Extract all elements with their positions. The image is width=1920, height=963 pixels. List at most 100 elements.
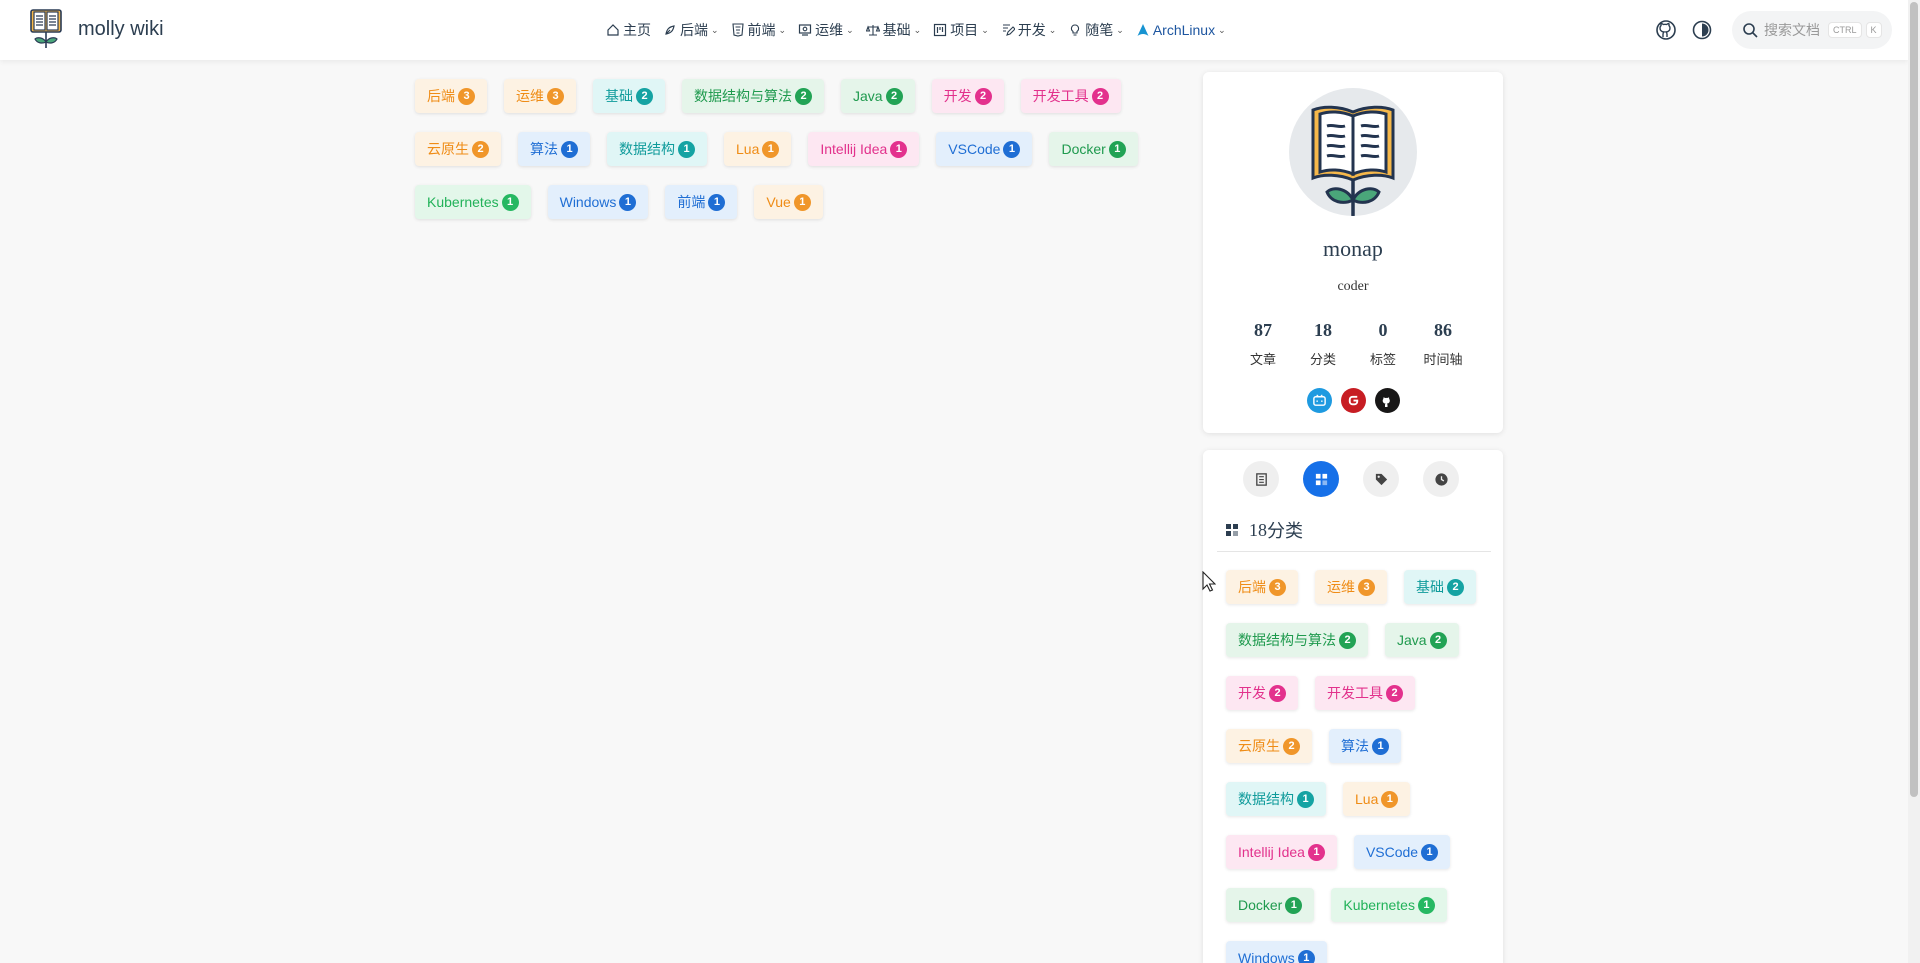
search-input[interactable]: 搜索文档 CTRL K xyxy=(1732,11,1892,49)
category-tag[interactable]: 算法 1 xyxy=(1329,729,1401,763)
scale-icon xyxy=(865,25,880,36)
category-tag[interactable]: Intellij Idea 1 xyxy=(1226,835,1337,869)
category-tag[interactable]: 开发工具 2 xyxy=(1315,676,1415,710)
tag-label: VSCode xyxy=(1365,844,1419,860)
gitee-icon[interactable] xyxy=(1340,388,1366,413)
category-tag[interactable]: Vue 1 xyxy=(754,185,823,219)
social-links xyxy=(1203,388,1503,413)
nav-item-archlinux[interactable]: ArchLinux ⌄ xyxy=(1130,0,1232,60)
nav-item-backend[interactable]: 后端 ⌄ xyxy=(657,0,725,60)
backend-icon xyxy=(665,25,675,35)
category-tag[interactable]: 基础 2 xyxy=(593,79,665,113)
nav-item-label: 开发 xyxy=(1017,22,1046,38)
stat-articles[interactable]: 87 文章 xyxy=(1233,320,1293,368)
tag-count-badge: 2 xyxy=(795,87,812,105)
category-tag[interactable]: 后端 3 xyxy=(415,79,487,113)
page-scrollbar[interactable] xyxy=(1908,0,1920,963)
category-tag[interactable]: Kubernetes 1 xyxy=(415,185,531,219)
chevron-down-icon: ⌄ xyxy=(1218,24,1226,35)
category-tag[interactable]: 云原生 2 xyxy=(1226,729,1312,763)
tag-count-badge: 3 xyxy=(1269,578,1286,596)
tag-label: 数据结构 xyxy=(619,141,675,157)
tag-count-badge: 2 xyxy=(1283,737,1300,755)
category-tag[interactable]: Java 2 xyxy=(841,79,915,113)
tag-count-badge: 2 xyxy=(974,87,992,105)
tag-label: Docker xyxy=(1238,897,1283,913)
tag-label: 前端 xyxy=(677,194,706,210)
tag-count-badge: 3 xyxy=(458,87,475,105)
tag-icon[interactable] xyxy=(1363,461,1399,497)
profile-description: coder xyxy=(1337,279,1369,294)
search-placeholder: 搜索文档 xyxy=(1764,22,1820,38)
tag-count-badge: 2 xyxy=(1386,684,1403,702)
category-tag[interactable]: VSCode 1 xyxy=(936,132,1033,166)
article-list-icon[interactable] xyxy=(1243,461,1279,497)
tag-label: 算法 xyxy=(530,141,558,157)
timeline-icon[interactable] xyxy=(1423,461,1459,497)
stat-categories[interactable]: 18 分类 xyxy=(1293,320,1353,368)
brand-link[interactable]: molly wiki xyxy=(28,8,164,50)
scrollbar-thumb[interactable] xyxy=(1910,2,1918,797)
nav-item-basics[interactable]: 基础 ⌄ xyxy=(860,0,928,60)
tag-count-badge: 1 xyxy=(1285,896,1303,914)
github-icon[interactable] xyxy=(1655,19,1677,41)
category-tag[interactable]: 开发工具 2 xyxy=(1020,79,1121,113)
tag-count-badge: 1 xyxy=(678,140,695,158)
tag-count-badge: 1 xyxy=(708,193,726,211)
category-panel: 18 分类 后端 3 运维 3 基础 2 数据结构与算法 2 Java 2 开发 2 开发工具 2 云原生 2 算… xyxy=(1203,450,1503,963)
category-tag[interactable]: 算法 1 xyxy=(518,132,590,166)
stat-timeline[interactable]: 86 时间轴 xyxy=(1413,320,1473,368)
category-tag[interactable]: Windows 1 xyxy=(1226,941,1327,963)
profile-card: monap coder 87 文章 18 分类 0 标签 86 时间轴 xyxy=(1203,72,1503,433)
category-tag[interactable]: Docker 1 xyxy=(1049,132,1138,166)
nav-item-projects[interactable]: 项目 ⌄ xyxy=(927,0,995,60)
category-tag[interactable]: 基础 2 xyxy=(1404,570,1476,604)
tag-label: Kubernetes xyxy=(427,194,499,210)
category-tag[interactable]: 数据结构与算法 2 xyxy=(1226,623,1368,657)
category-tag[interactable]: Lua 1 xyxy=(724,132,792,166)
stat-label: 时间轴 xyxy=(1423,352,1463,367)
nav-item-label: 基础 xyxy=(882,22,911,38)
stat-label: 分类 xyxy=(1309,352,1336,367)
category-tag[interactable]: Docker 1 xyxy=(1226,888,1315,922)
category-tag[interactable]: 云原生 2 xyxy=(415,132,501,166)
category-tag[interactable]: 后端 3 xyxy=(1226,570,1298,604)
stat-tags[interactable]: 0 标签 xyxy=(1353,320,1413,368)
sidebar-tag-cloud: 后端 3 运维 3 基础 2 数据结构与算法 2 Java 2 开发 2 开发工具 2 云原生 2 算法 1 数据结… xyxy=(1226,570,1488,963)
tag-label: 数据结构与算法 xyxy=(1238,632,1336,648)
category-tag[interactable]: 开发 2 xyxy=(1226,676,1298,710)
category-tag[interactable]: Lua 1 xyxy=(1343,782,1411,816)
chevron-down-icon: ⌄ xyxy=(711,24,719,35)
nav-item-home[interactable]: 主页 xyxy=(600,0,657,60)
category-label: 分类 xyxy=(1267,521,1303,541)
tag-label: VSCode xyxy=(948,141,1001,157)
category-tag[interactable]: Kubernetes 1 xyxy=(1331,888,1447,922)
theme-toggle-icon[interactable] xyxy=(1691,19,1713,41)
category-tag[interactable]: Java 2 xyxy=(1385,623,1459,657)
stat-value: 0 xyxy=(1378,320,1388,340)
bilibili-icon[interactable] xyxy=(1306,388,1332,413)
category-icon[interactable] xyxy=(1303,461,1339,497)
nav-item-label: 后端 xyxy=(680,22,708,38)
github-icon[interactable] xyxy=(1374,388,1400,413)
tag-count-badge: 2 xyxy=(885,87,903,105)
tag-label: Windows xyxy=(1238,950,1295,963)
nav-item-dev[interactable]: 开发 ⌄ xyxy=(995,0,1063,60)
nav-item-ops[interactable]: 运维 ⌄ xyxy=(792,0,860,60)
category-tag[interactable]: 运维 3 xyxy=(504,79,576,113)
category-tag[interactable]: 开发 2 xyxy=(931,79,1004,113)
category-tag[interactable]: 数据结构 1 xyxy=(607,132,707,166)
category-tag[interactable]: 前端 1 xyxy=(665,185,738,219)
nav-item-notes[interactable]: 随笔 ⌄ xyxy=(1062,0,1130,60)
tag-label: 数据结构与算法 xyxy=(694,88,792,104)
tag-count-badge: 2 xyxy=(1091,87,1109,105)
nav-item-frontend[interactable]: 前端 ⌄ xyxy=(725,0,793,60)
category-tag[interactable]: 数据结构 1 xyxy=(1226,782,1326,816)
category-tag[interactable]: 数据结构与算法 2 xyxy=(682,79,824,113)
stat-label: 标签 xyxy=(1369,352,1396,367)
category-tag[interactable]: Windows 1 xyxy=(547,185,649,219)
category-tag[interactable]: 运维 3 xyxy=(1315,570,1387,604)
category-tag[interactable]: VSCode 1 xyxy=(1353,835,1451,869)
category-tag[interactable]: Intellij Idea 1 xyxy=(808,132,920,166)
mouse-cursor-icon xyxy=(1202,571,1216,592)
